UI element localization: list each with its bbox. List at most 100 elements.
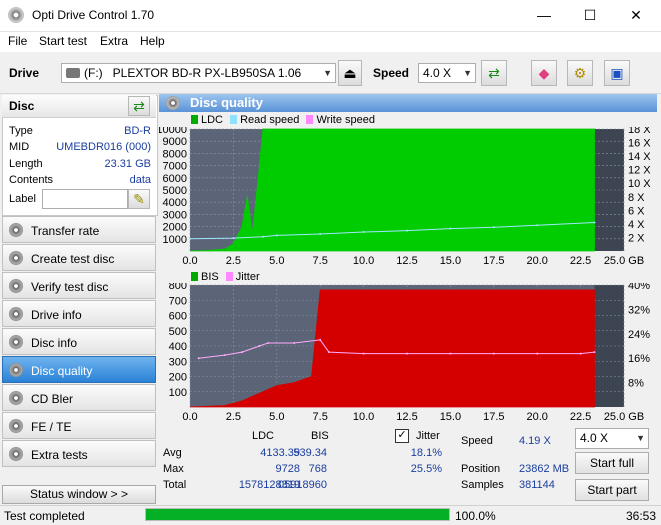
ldc-x-tick: 5.0 — [269, 255, 284, 267]
ldc-y2-tick: 12 X — [628, 165, 651, 177]
start-full-button[interactable]: Start full — [575, 452, 649, 474]
disc-refresh-button[interactable]: ⇄ — [128, 96, 150, 116]
nav-extra-tests[interactable]: Extra tests — [2, 440, 156, 467]
disc-icon — [9, 307, 23, 321]
disc-contents-key: Contents — [9, 174, 54, 186]
progress-bar — [145, 508, 450, 521]
nav-fe-te[interactable]: FE / TE — [2, 412, 156, 439]
eject-button[interactable]: ⏏ — [338, 60, 362, 86]
pencil-disc-icon: ✎ — [133, 191, 145, 207]
disc-icon — [9, 335, 23, 349]
status-window-button[interactable]: Status window > > — [2, 485, 156, 504]
eject-icon: ⏏ — [343, 65, 357, 81]
disc-header-title: Disc — [9, 99, 35, 113]
nav-label: Verify test disc — [31, 280, 109, 294]
jitter-checkbox[interactable]: ✓ — [395, 429, 409, 443]
disc-icon — [9, 419, 23, 433]
chevron-down-icon: ▼ — [636, 433, 645, 443]
nav-cd-bler[interactable]: CD Bler — [2, 384, 156, 411]
close-button[interactable]: ✕ — [613, 0, 659, 31]
disc-icon — [9, 223, 23, 237]
minimize-button[interactable]: — — [521, 0, 567, 31]
nav-create-test-disc[interactable]: Create test disc — [2, 244, 156, 271]
position-label: Position — [461, 463, 501, 475]
ldc-x-tick: 0.0 — [182, 255, 197, 267]
nav-label: Transfer rate — [31, 224, 100, 238]
erase-button[interactable]: ◆ — [531, 60, 557, 86]
ldc-x-tick: 15.0 — [440, 255, 461, 267]
bis-y2-tick: 8% — [628, 378, 644, 390]
drive-icon — [66, 68, 80, 78]
bis-line-point — [449, 352, 452, 355]
settings-button[interactable]: ⚙ — [567, 60, 593, 86]
position-value: 23862 MB — [519, 463, 570, 475]
bis-line-point — [579, 352, 582, 355]
bis-line-point — [258, 345, 261, 347]
speed-readout-label: Speed — [461, 435, 493, 447]
ldc-y-tick: 5000 — [163, 185, 187, 197]
speed-select[interactable]: 4.0 X ▼ — [418, 63, 476, 83]
bis-line-point — [241, 351, 244, 354]
save-button[interactable]: ▣ — [604, 60, 630, 86]
bis-x-tick: 10.0 — [353, 411, 374, 423]
eraser-icon: ◆ — [538, 65, 550, 81]
bis-y-tick: 200 — [169, 372, 187, 384]
drive-name: PLEXTOR BD-R PX-LB950SA 1.06 — [112, 66, 302, 80]
ldc-y2-tick: 14 X — [628, 151, 651, 163]
menu-file[interactable]: File — [8, 34, 27, 48]
disc-label-apply-button[interactable]: ✎ — [128, 189, 150, 209]
ldc-line-point — [536, 224, 539, 227]
disc-label-input[interactable] — [42, 189, 128, 209]
nav-drive-info[interactable]: Drive info — [2, 300, 156, 327]
window-title: Opti Drive Control 1.70 — [32, 8, 155, 22]
read-speed-swatch — [230, 115, 238, 124]
nav-disc-quality[interactable]: Disc quality — [2, 356, 156, 383]
nav-transfer-rate[interactable]: Transfer rate — [2, 216, 156, 243]
ldc-line-point — [189, 237, 191, 240]
bis-x-tick: 22.5 — [570, 411, 591, 423]
legend-jitter: Jitter — [235, 271, 260, 283]
menu-extra[interactable]: Extra — [100, 34, 128, 48]
start-part-button[interactable]: Start part — [575, 479, 649, 501]
bis-y2-tick: 32% — [628, 304, 650, 316]
app-disc-icon — [8, 7, 24, 23]
samples-label: Samples — [461, 479, 504, 491]
stats-col-jitter: Jitter — [416, 430, 440, 442]
drive-select[interactable]: (F:) PLEXTOR BD-R PX-LB950SA 1.06 ▼ — [61, 63, 336, 83]
ldc-y2-tick: 18 X — [628, 127, 651, 136]
bis-line-point — [362, 352, 365, 355]
ldc-line-point — [492, 226, 495, 229]
nav-label: CD Bler — [31, 392, 74, 406]
refresh-button[interactable]: ⇄ — [481, 60, 507, 86]
disc-label-key: Label — [9, 193, 36, 205]
legend-bis: BIS — [201, 271, 219, 283]
floppy-disk-icon: ▣ — [610, 65, 624, 81]
bis-line-point — [593, 351, 596, 354]
nav-verify-test-disc[interactable]: Verify test disc — [2, 272, 156, 299]
ldc-y2-tick: 16 X — [628, 138, 651, 150]
ldc-x-tick: 17.5 — [483, 255, 504, 267]
stats-max-bis: 768 — [308, 463, 327, 475]
jitter-swatch — [225, 272, 233, 281]
drive-label: Drive — [9, 66, 40, 80]
ldc-line-point — [593, 221, 596, 224]
menu-start-test[interactable]: Start test — [39, 34, 87, 48]
bis-x-tick: 17.5 — [483, 411, 504, 423]
stats-avg-label: Avg — [163, 447, 182, 459]
ldc-line-point — [275, 234, 278, 237]
disc-type-key: Type — [9, 125, 33, 137]
nav-disc-info[interactable]: Disc info — [2, 328, 156, 355]
checkmark-icon: ✓ — [397, 429, 407, 441]
stats-total-label: Total — [163, 479, 187, 491]
progress-text: 100.0% — [455, 509, 496, 523]
disc-contents-value: data — [129, 174, 151, 186]
disc-type-value: BD-R — [124, 125, 151, 137]
bis-y-tick: 500 — [169, 326, 187, 338]
test-speed-select[interactable]: 4.0 X ▼ — [575, 428, 649, 449]
nav-label: FE / TE — [31, 420, 72, 434]
bis-y-tick: 400 — [169, 341, 187, 353]
maximize-button[interactable]: ☐ — [567, 0, 613, 31]
menu-help[interactable]: Help — [140, 34, 165, 48]
bis-line-point — [319, 338, 322, 341]
legend-ldc: LDC — [201, 114, 224, 126]
